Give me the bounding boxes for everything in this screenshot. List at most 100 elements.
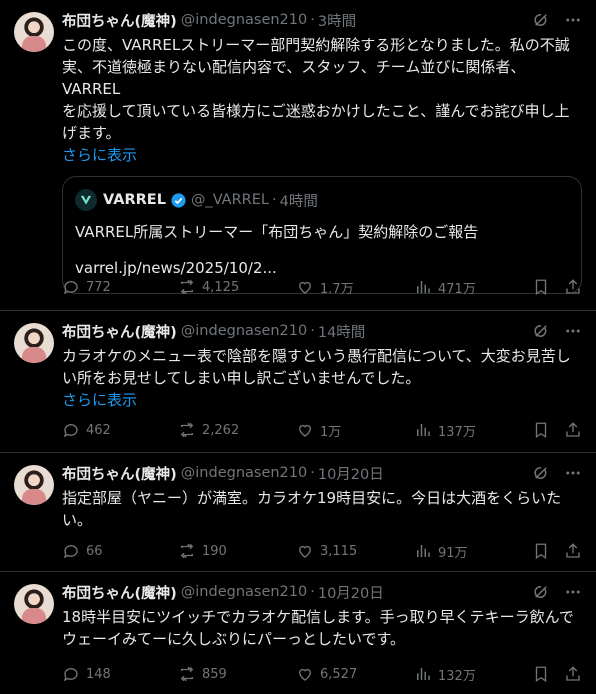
reply-count: 772 — [86, 279, 111, 295]
grok-icon[interactable] — [532, 583, 550, 601]
user-handle[interactable]: @indegnasen210 — [181, 584, 307, 600]
like-button[interactable]: 1万 — [296, 421, 341, 440]
display-name[interactable]: 布団ちゃん(魔神) — [62, 10, 177, 31]
reply-button[interactable]: 772 — [62, 278, 111, 296]
show-more-link[interactable]: さらに表示 — [62, 144, 582, 166]
more-icon[interactable] — [564, 583, 582, 601]
retweet-button[interactable]: 859 — [178, 665, 227, 683]
quote-display-name[interactable]: VARREL — [103, 192, 166, 208]
grok-icon[interactable] — [532, 464, 550, 482]
share-button[interactable] — [564, 421, 582, 439]
action-bar: 66 190 3,115 91万 — [62, 541, 582, 561]
retweet-count: 2,262 — [202, 422, 240, 438]
views-icon — [414, 542, 432, 560]
timeline: 布団ちゃん(魔神) @indegnasen210 · 3時間 この度、VARRE… — [0, 0, 596, 694]
like-button[interactable]: 1.7万 — [296, 278, 354, 297]
like-icon — [296, 542, 314, 560]
tweet[interactable]: 布団ちゃん(魔神) @indegnasen210 · 3時間 この度、VARRE… — [0, 0, 596, 311]
timestamp[interactable]: 10月20日 — [318, 463, 384, 484]
tweet-text: カラオケのメニュー表で陰部を隠すという愚行配信について、大変お見苦し い所をお見… — [62, 347, 571, 387]
grok-icon[interactable] — [532, 11, 550, 29]
like-count: 6,527 — [320, 666, 358, 682]
like-icon — [296, 665, 314, 683]
share-icon — [564, 542, 582, 560]
reply-count: 66 — [86, 543, 103, 559]
bookmark-icon — [532, 278, 550, 296]
quote-user-handle[interactable]: @_VARREL — [191, 192, 269, 208]
views-button[interactable]: 132万 — [414, 665, 476, 684]
reply-icon — [62, 665, 80, 683]
view-count: 91万 — [438, 545, 468, 561]
display-name[interactable]: 布団ちゃん(魔神) — [62, 321, 177, 342]
bookmark-button[interactable] — [532, 278, 550, 296]
display-name[interactable]: 布団ちゃん(魔神) — [62, 582, 177, 603]
share-button[interactable] — [564, 278, 582, 296]
timestamp[interactable]: 10月20日 — [318, 582, 384, 603]
bookmark-button[interactable] — [532, 665, 550, 683]
retweet-button[interactable]: 190 — [178, 542, 227, 560]
like-button[interactable]: 6,527 — [296, 665, 357, 683]
bookmark-button[interactable] — [532, 542, 550, 560]
retweet-count: 190 — [202, 543, 227, 559]
more-icon[interactable] — [564, 322, 582, 340]
verified-badge-icon — [170, 192, 187, 209]
retweet-button[interactable]: 4,125 — [178, 278, 239, 296]
more-icon[interactable] — [564, 11, 582, 29]
display-name[interactable]: 布団ちゃん(魔神) — [62, 463, 177, 484]
grok-icon[interactable] — [532, 322, 550, 340]
tweet[interactable]: 布団ちゃん(魔神) @indegnasen210 · 10月20日 指定部屋（ヤ… — [0, 453, 596, 572]
separator: · — [310, 584, 315, 600]
user-handle[interactable]: @indegnasen210 — [181, 12, 307, 28]
share-button[interactable] — [564, 665, 582, 683]
tweet[interactable]: 布団ちゃん(魔神) @indegnasen210 · 14時間 カラオケのメニュ… — [0, 311, 596, 453]
retweet-button[interactable]: 2,262 — [178, 421, 239, 439]
separator: · — [310, 323, 315, 339]
retweet-count: 4,125 — [202, 279, 240, 295]
tweet[interactable]: 布団ちゃん(魔神) @indegnasen210 · 10月20日 18時半目安… — [0, 572, 596, 694]
views-button[interactable]: 91万 — [414, 542, 468, 561]
retweet-icon — [178, 278, 196, 296]
avatar[interactable] — [14, 323, 54, 363]
show-more-link[interactable]: さらに表示 — [62, 389, 582, 411]
reply-button[interactable]: 462 — [62, 421, 111, 439]
separator: · — [310, 465, 315, 481]
quote-timestamp[interactable]: 4時間 — [280, 190, 318, 211]
timestamp[interactable]: 3時間 — [318, 10, 356, 31]
separator: · — [272, 192, 277, 208]
views-button[interactable]: 137万 — [414, 421, 476, 440]
view-count: 137万 — [438, 424, 476, 440]
views-button[interactable]: 471万 — [414, 278, 476, 297]
like-icon — [296, 421, 314, 439]
bookmark-button[interactable] — [532, 421, 550, 439]
retweet-icon — [178, 421, 196, 439]
user-handle[interactable]: @indegnasen210 — [181, 465, 307, 481]
more-icon[interactable] — [564, 464, 582, 482]
like-count: 1万 — [320, 424, 342, 440]
share-icon — [564, 278, 582, 296]
retweet-count: 859 — [202, 666, 227, 682]
timestamp[interactable]: 14時間 — [318, 321, 365, 342]
bookmark-icon — [532, 665, 550, 683]
tweet-text: この度、VARRELストリーマー部門契約解除する形となりました。私の不誠実、不道… — [62, 36, 570, 142]
avatar[interactable] — [14, 12, 54, 52]
user-handle[interactable]: @indegnasen210 — [181, 323, 307, 339]
like-count: 3,115 — [320, 543, 358, 559]
reply-icon — [62, 542, 80, 560]
views-icon — [414, 665, 432, 683]
tweet-text: 指定部屋（ヤニー）が満室。カラオケ19時目安に。今日は大酒をくらいた い。 — [62, 489, 562, 529]
avatar[interactable] — [14, 584, 54, 624]
quote-text: VARREL所属ストリーマー「布団ちゃん」契約解除のご報告 — [75, 223, 479, 241]
reply-button[interactable]: 148 — [62, 665, 111, 683]
share-button[interactable] — [564, 542, 582, 560]
like-button[interactable]: 3,115 — [296, 542, 357, 560]
bookmark-icon — [532, 542, 550, 560]
varrel-logo-icon — [75, 189, 97, 211]
quote-link[interactable]: varrel.jp/news/2025/10/2... — [75, 257, 569, 279]
retweet-icon — [178, 542, 196, 560]
views-icon — [414, 421, 432, 439]
action-bar: 148 859 6,527 132万 — [62, 664, 582, 684]
reply-icon — [62, 421, 80, 439]
reply-button[interactable]: 66 — [62, 542, 103, 560]
avatar[interactable] — [14, 465, 54, 505]
reply-count: 462 — [86, 422, 111, 438]
